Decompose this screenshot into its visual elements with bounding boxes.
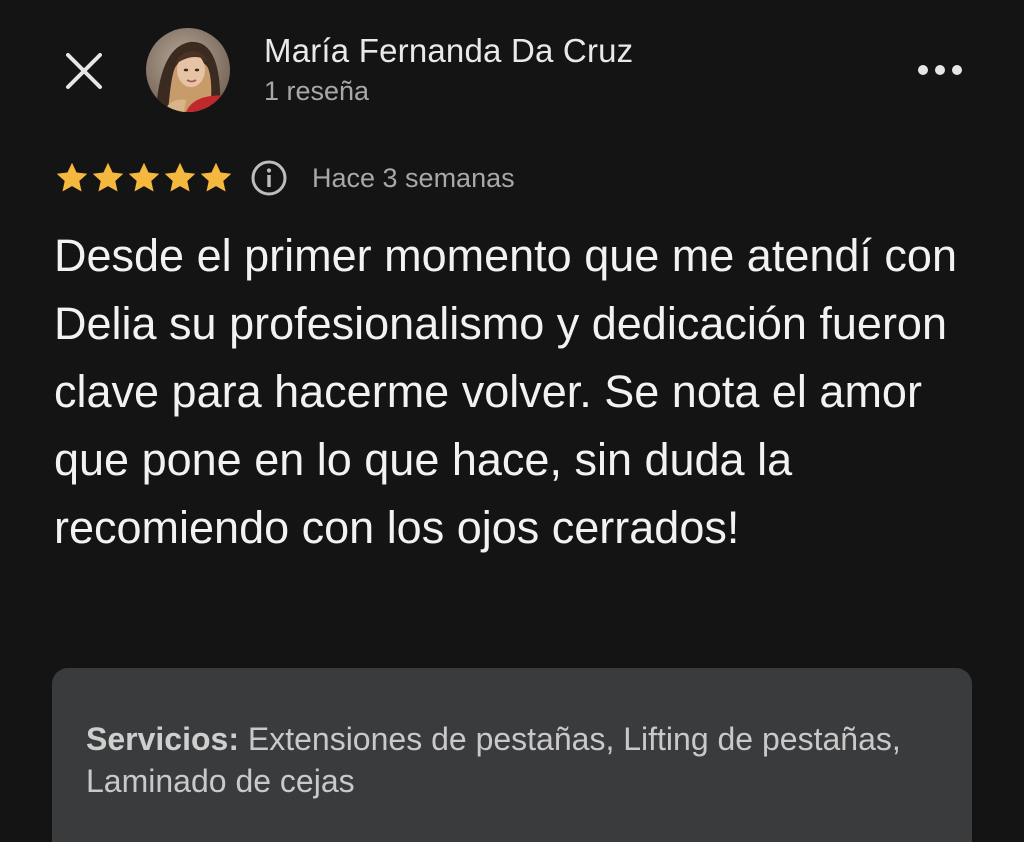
star-icon — [164, 162, 196, 192]
avatar-photo — [146, 28, 230, 112]
avatar[interactable] — [146, 28, 230, 112]
star-rating — [54, 160, 234, 196]
review-date: Hace 3 semanas — [312, 162, 515, 193]
more-options-button[interactable] — [910, 48, 970, 92]
star-icon — [200, 162, 232, 192]
services-card: Servicios: Extensiones de pestañas, Lift… — [52, 668, 972, 842]
review-text: Desde el primer momento que me atendí co… — [54, 230, 957, 553]
star-icon — [92, 162, 124, 192]
star-icon — [56, 162, 88, 192]
more-horizontal-icon — [918, 65, 962, 75]
close-icon — [66, 53, 102, 89]
info-icon[interactable] — [250, 159, 288, 197]
author-review-count: 1 reseña — [264, 76, 370, 106]
star-icon — [128, 162, 160, 192]
services-text: Servicios: Extensiones de pestañas, Lift… — [86, 718, 936, 802]
services-label: Servicios: — [86, 721, 239, 757]
close-button[interactable] — [58, 48, 110, 94]
author-name[interactable]: María Fernanda Da Cruz — [264, 32, 633, 70]
review-detail-page: María Fernanda Da Cruz 1 reseña Hace 3 s… — [0, 0, 1024, 842]
rating-row: Hace 3 semanas — [54, 156, 515, 200]
